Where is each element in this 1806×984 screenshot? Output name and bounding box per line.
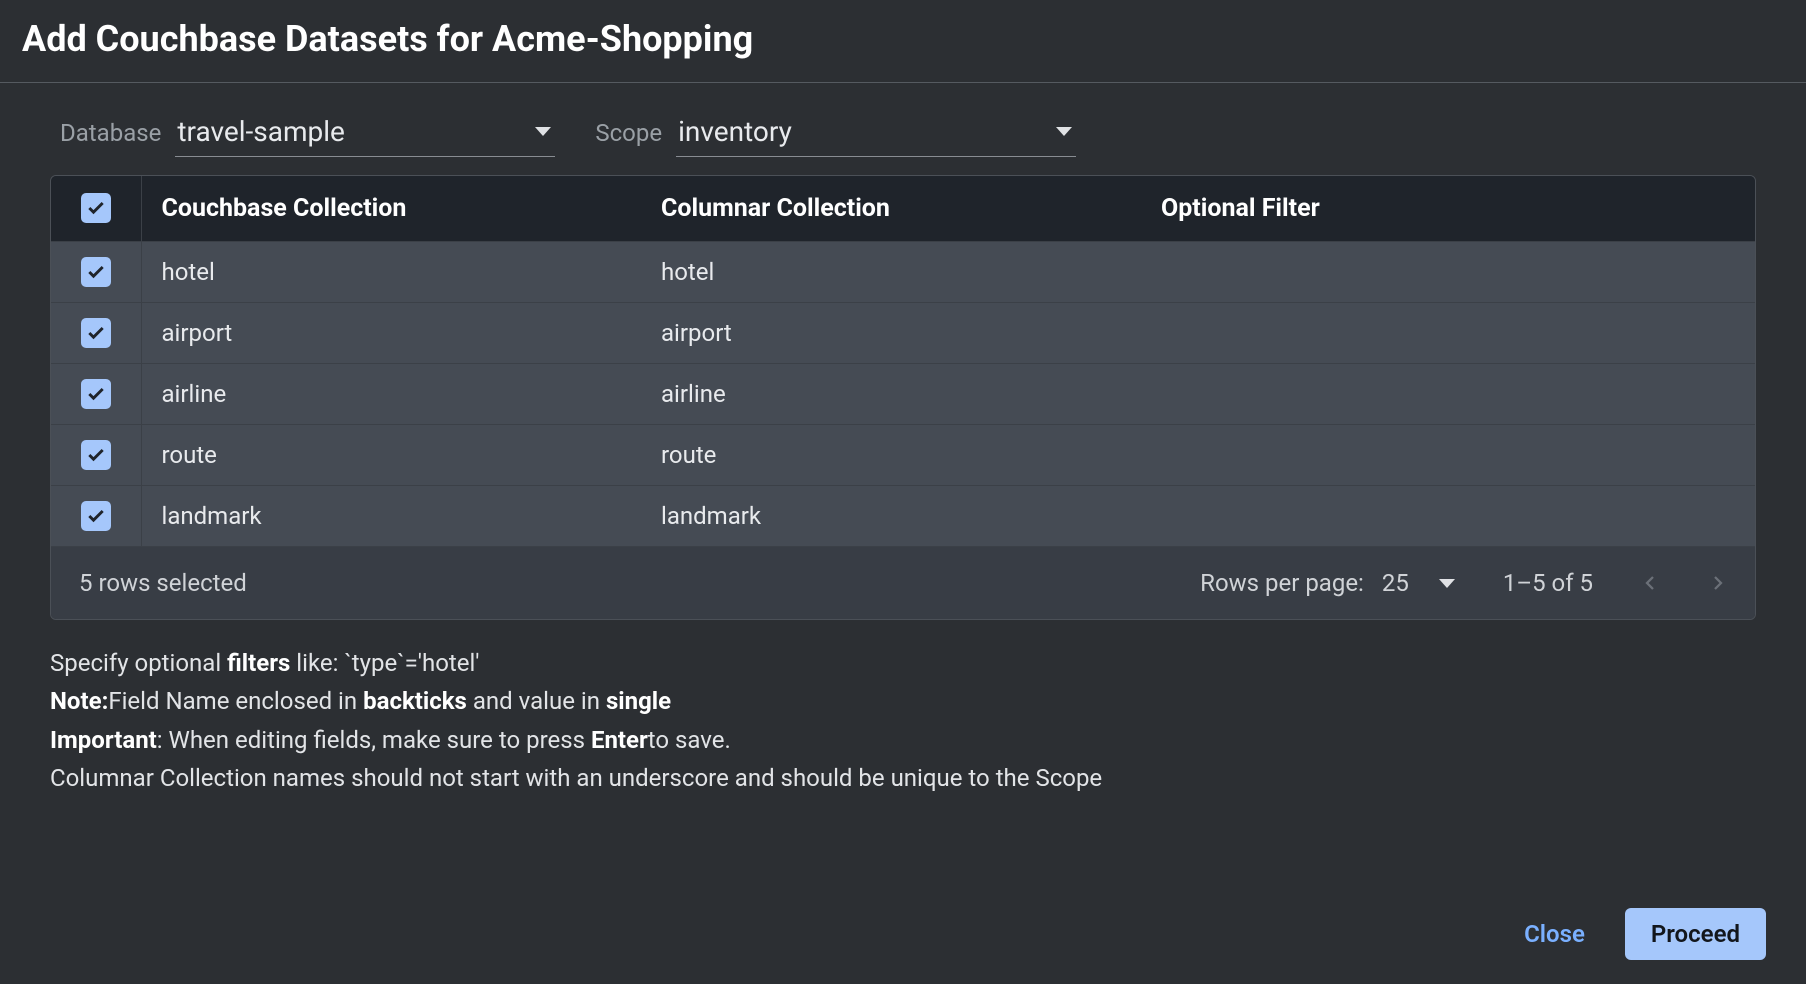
table-row: hotelhotel (51, 242, 1755, 303)
pagination-range: 1–5 of 5 (1503, 569, 1593, 597)
couchbase-collection-cell: airport (141, 303, 641, 364)
check-icon (86, 384, 106, 404)
table-header-row: Couchbase Collection Columnar Collection… (51, 176, 1755, 242)
scope-select[interactable]: inventory (676, 111, 1076, 157)
columnar-collection-cell[interactable]: hotel (641, 242, 1141, 303)
couchbase-collection-cell: airline (141, 364, 641, 425)
scope-label: Scope (595, 119, 662, 147)
couchbase-collection-cell: landmark (141, 486, 641, 547)
check-icon (86, 323, 106, 343)
row-checkbox[interactable] (81, 440, 111, 470)
row-checkbox[interactable] (81, 257, 111, 287)
row-checkbox-cell (51, 486, 141, 547)
check-icon (86, 445, 106, 465)
row-checkbox-cell (51, 242, 141, 303)
columnar-collection-cell[interactable]: route (641, 425, 1141, 486)
help-text: Specify optional filters like: `type`='h… (0, 620, 1806, 808)
help-line-2: Note:Field Name enclosed in backticks an… (50, 682, 1756, 720)
datasets-table-container: Couchbase Collection Columnar Collection… (50, 175, 1756, 620)
scope-value: inventory (678, 115, 792, 148)
col-columnar: Columnar Collection (641, 176, 1141, 242)
close-button[interactable]: Close (1518, 910, 1591, 958)
help-line-3: Important: When editing fields, make sur… (50, 721, 1756, 759)
rows-per-page-group: Rows per page: 25 (1200, 569, 1455, 597)
optional-filter-cell[interactable] (1141, 242, 1755, 303)
check-icon (86, 506, 106, 526)
select-all-checkbox[interactable] (81, 193, 111, 223)
chevron-down-icon (1056, 127, 1072, 136)
couchbase-collection-cell: route (141, 425, 641, 486)
rows-per-page-value: 25 (1382, 569, 1409, 597)
database-select-group: Database travel-sample (60, 111, 555, 157)
prev-page-button[interactable] (1641, 569, 1659, 597)
dialog-actions: Close Proceed (0, 890, 1806, 984)
table-row: airlineairline (51, 364, 1755, 425)
check-icon (86, 198, 106, 218)
table-row: landmarklandmark (51, 486, 1755, 547)
couchbase-collection-cell: hotel (141, 242, 641, 303)
optional-filter-cell[interactable] (1141, 486, 1755, 547)
row-checkbox[interactable] (81, 318, 111, 348)
optional-filter-cell[interactable] (1141, 364, 1755, 425)
next-page-button[interactable] (1709, 569, 1727, 597)
database-label: Database (60, 119, 161, 147)
columnar-collection-cell[interactable]: landmark (641, 486, 1141, 547)
rows-per-page-label: Rows per page: (1200, 569, 1364, 597)
columnar-collection-cell[interactable]: airport (641, 303, 1141, 364)
database-select[interactable]: travel-sample (175, 111, 555, 157)
chevron-down-icon (1439, 579, 1455, 588)
chevron-right-icon (1709, 569, 1727, 597)
help-line-1: Specify optional filters like: `type`='h… (50, 644, 1756, 682)
check-icon (86, 262, 106, 282)
pagination-controls: Rows per page: 25 1–5 of 5 (1200, 569, 1727, 597)
add-datasets-dialog: Add Couchbase Datasets for Acme-Shopping… (0, 0, 1806, 984)
proceed-button[interactable]: Proceed (1625, 908, 1766, 960)
table-row: airportairport (51, 303, 1755, 364)
col-couchbase: Couchbase Collection (141, 176, 641, 242)
chevron-down-icon (535, 127, 551, 136)
selected-count: 5 rows selected (79, 569, 247, 597)
database-value: travel-sample (177, 115, 345, 148)
table-footer: 5 rows selected Rows per page: 25 1–5 of… (51, 546, 1755, 619)
chevron-left-icon (1641, 569, 1659, 597)
columnar-collection-cell[interactable]: airline (641, 364, 1141, 425)
datasets-table: Couchbase Collection Columnar Collection… (51, 176, 1755, 546)
row-checkbox-cell (51, 364, 141, 425)
optional-filter-cell[interactable] (1141, 425, 1755, 486)
selector-row: Database travel-sample Scope inventory (0, 83, 1806, 175)
optional-filter-cell[interactable] (1141, 303, 1755, 364)
col-filter: Optional Filter (1141, 176, 1755, 242)
row-checkbox-cell (51, 425, 141, 486)
table-row: routeroute (51, 425, 1755, 486)
row-checkbox[interactable] (81, 379, 111, 409)
scope-select-group: Scope inventory (595, 111, 1076, 157)
help-line-4: Columnar Collection names should not sta… (50, 759, 1756, 797)
dialog-title: Add Couchbase Datasets for Acme-Shopping (0, 0, 1806, 83)
row-checkbox[interactable] (81, 501, 111, 531)
rows-per-page-select[interactable]: 25 (1382, 569, 1455, 597)
select-all-header (51, 176, 141, 242)
row-checkbox-cell (51, 303, 141, 364)
